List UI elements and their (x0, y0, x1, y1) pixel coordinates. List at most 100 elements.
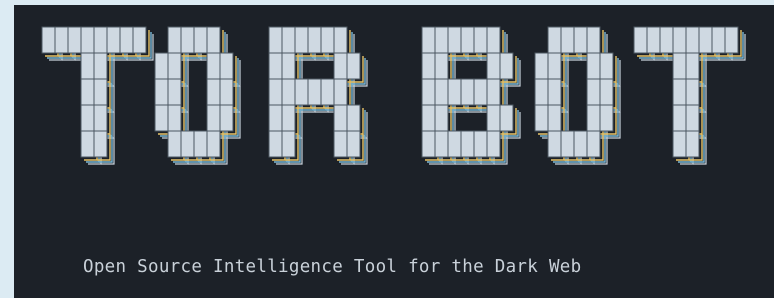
banner-block (41, 26, 56, 54)
banner-block (80, 130, 95, 158)
banner-block (346, 52, 361, 80)
banner-block (447, 130, 462, 158)
banner-block (486, 26, 501, 54)
banner-block (180, 26, 195, 54)
banner-block (54, 26, 69, 54)
banner-block (167, 130, 182, 158)
banner-block (434, 26, 449, 54)
banner-block (333, 130, 348, 158)
banner-block (219, 104, 234, 132)
terminal-window: Open Source Intelligence Tool for the Da… (14, 5, 774, 298)
banner-block (473, 26, 488, 54)
banner-block (586, 104, 601, 132)
banner-block (586, 130, 601, 158)
banner-block (685, 78, 700, 106)
banner-block (685, 104, 700, 132)
banner-block (80, 52, 95, 80)
banner-block (534, 78, 549, 106)
banner-block (711, 26, 726, 54)
banner-block (333, 52, 348, 80)
banner-block (67, 26, 82, 54)
banner-block (672, 104, 687, 132)
banner-block (193, 130, 208, 158)
banner-block (486, 104, 501, 132)
banner-block (447, 26, 462, 54)
banner-block (460, 78, 475, 106)
banner-block (685, 52, 700, 80)
banner-block (486, 130, 501, 158)
banner-block (281, 130, 296, 158)
banner-block (346, 130, 361, 158)
banner-block (633, 26, 648, 54)
banner-block (672, 26, 687, 54)
banner-block (560, 26, 575, 54)
banner-block (320, 78, 335, 106)
banner-block (206, 78, 221, 106)
banner-block (80, 104, 95, 132)
banner-block (698, 26, 713, 54)
banner-block (685, 130, 700, 158)
banner-block (80, 78, 95, 106)
banner-block (93, 78, 108, 106)
banner-block (219, 52, 234, 80)
banner-block (434, 78, 449, 106)
banner-block (560, 130, 575, 158)
banner-block (534, 52, 549, 80)
banner-block (473, 130, 488, 158)
banner-block (268, 26, 283, 54)
banner-block (206, 130, 221, 158)
banner-block (180, 130, 195, 158)
banner-block (333, 104, 348, 132)
banner-block (93, 26, 108, 54)
banner-block (421, 26, 436, 54)
banner-block (547, 78, 562, 106)
banner-block (106, 26, 121, 54)
banner-block (434, 52, 449, 80)
ascii-banner-logo (41, 26, 746, 165)
banner-block (421, 78, 436, 106)
banner-block (132, 26, 147, 54)
banner-block (307, 78, 322, 106)
banner-block (421, 104, 436, 132)
banner-block (154, 52, 169, 80)
banner-block (434, 104, 449, 132)
banner-block (154, 104, 169, 132)
banner-block (724, 26, 739, 54)
banner-block (167, 26, 182, 54)
banner-block (659, 26, 674, 54)
banner-block (460, 130, 475, 158)
banner-block (547, 52, 562, 80)
banner-block (307, 26, 322, 54)
banner-block (80, 26, 95, 54)
banner-block (167, 104, 182, 132)
banner-block (206, 104, 221, 132)
banner-block (167, 78, 182, 106)
banner-block (281, 104, 296, 132)
banner-block (333, 26, 348, 54)
tagline-text: Open Source Intelligence Tool for the Da… (83, 257, 582, 277)
banner-block (346, 104, 361, 132)
banner-block (486, 78, 501, 106)
banner-block (646, 26, 661, 54)
banner-block (599, 104, 614, 132)
banner-block (219, 78, 234, 106)
banner-block (473, 78, 488, 106)
banner-block (434, 130, 449, 158)
banner-block (534, 104, 549, 132)
banner-block (206, 52, 221, 80)
banner-block (447, 78, 462, 106)
banner-block (93, 130, 108, 158)
banner-block (93, 104, 108, 132)
banner-block (599, 52, 614, 80)
banner-block (547, 130, 562, 158)
banner-block (119, 26, 134, 54)
banner-block (672, 78, 687, 106)
banner-block (586, 78, 601, 106)
banner-block (206, 26, 221, 54)
banner-block (672, 52, 687, 80)
banner-block (333, 78, 348, 106)
banner-block (281, 26, 296, 54)
banner-block (268, 130, 283, 158)
banner-block (460, 26, 475, 54)
banner-block (499, 52, 514, 80)
